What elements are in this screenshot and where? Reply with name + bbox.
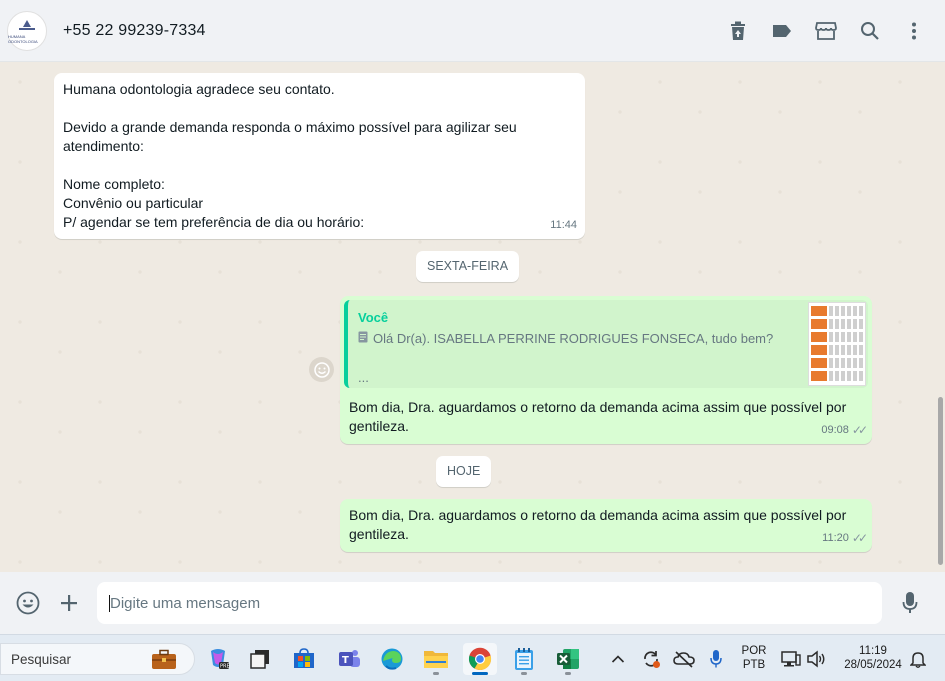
svg-text:PRE: PRE: [220, 664, 230, 670]
notification-bell-icon[interactable]: [906, 643, 930, 675]
windows-taskbar: Pesquisar PRE T POR PTB 11:19 28/05/2024: [0, 634, 945, 681]
document-icon: [358, 329, 368, 348]
scrollbar-thumb[interactable]: [938, 397, 943, 565]
contact-name[interactable]: +55 22 99239-7334: [63, 22, 206, 40]
outgoing-message-with-quote[interactable]: Você Olá Dr(a). ISABELLA PERRINE RODRIGU…: [340, 296, 872, 444]
quoted-message[interactable]: Você Olá Dr(a). ISABELLA PERRINE RODRIGU…: [344, 300, 868, 388]
message-text: Bom dia, Dra. aguardamos o retorno da de…: [349, 507, 847, 542]
microsoft-store-icon[interactable]: [287, 643, 321, 675]
excel-icon[interactable]: [551, 643, 585, 675]
emoji-icon[interactable]: [14, 589, 42, 617]
emoji-reaction-button[interactable]: [309, 357, 334, 382]
label-icon[interactable]: [769, 18, 795, 44]
avatar[interactable]: HUMANA ODONTOLOGIA: [7, 11, 47, 51]
text-caret: [109, 595, 110, 612]
volume-icon[interactable]: [804, 643, 828, 675]
taskbar-search-label: Pesquisar: [11, 652, 72, 667]
logo-icon: [16, 19, 38, 33]
date-chip: HOJE: [436, 456, 492, 487]
chat-area[interactable]: Humana odontologia agradece seu contato.…: [0, 62, 945, 572]
quote-text: Olá Dr(a). ISABELLA PERRINE RODRIGUES FO…: [358, 329, 773, 348]
message-time: 11:44: [550, 219, 577, 231]
teams-icon[interactable]: T: [332, 643, 366, 675]
quote-author: Você: [358, 310, 389, 325]
menu-icon[interactable]: [901, 18, 927, 44]
quote-more: ...: [358, 370, 369, 385]
input-language[interactable]: POR PTB: [737, 644, 771, 672]
microphone-tray-icon[interactable]: [702, 643, 730, 675]
taskbar-search[interactable]: Pesquisar: [0, 643, 195, 675]
sync-icon[interactable]: [636, 643, 666, 675]
search-icon[interactable]: [857, 18, 883, 44]
delete-icon[interactable]: [725, 18, 751, 44]
message-input[interactable]: [97, 582, 882, 624]
clock-date: 28/05/2024: [844, 659, 902, 671]
microphone-icon[interactable]: [896, 589, 924, 617]
chevron-up-icon[interactable]: [603, 643, 633, 675]
attach-plus-icon[interactable]: [55, 589, 83, 617]
outgoing-message[interactable]: Bom dia, Dra. aguardamos o retorno da de…: [340, 499, 872, 552]
clock-time: 11:19: [859, 645, 887, 657]
store-icon[interactable]: [813, 18, 839, 44]
clock[interactable]: 11:19 28/05/2024: [838, 644, 908, 672]
read-ticks-icon: ✓✓: [851, 531, 868, 545]
file-explorer-icon[interactable]: [419, 643, 453, 675]
avatar-label: HUMANA ODONTOLOGIA: [8, 33, 38, 44]
notepad-icon[interactable]: [507, 643, 541, 675]
running-indicator: [433, 672, 439, 675]
message-text: Humana odontologia agradece seu contato.…: [63, 81, 517, 230]
task-view-icon[interactable]: [243, 643, 277, 675]
scrollbar[interactable]: [936, 62, 945, 572]
message-text: Bom dia, Dra. aguardamos o retorno da de…: [349, 399, 847, 434]
read-ticks-icon: ✓✓: [851, 423, 868, 437]
network-icon[interactable]: [779, 643, 803, 675]
copilot-icon[interactable]: PRE: [201, 643, 235, 675]
onedrive-offline-icon[interactable]: [669, 643, 699, 675]
message-composer: [0, 572, 945, 634]
briefcase-icon: [151, 649, 177, 676]
running-indicator: [472, 672, 488, 675]
running-indicator: [521, 672, 527, 675]
quote-thumbnail: [808, 302, 866, 386]
chrome-icon[interactable]: [463, 643, 497, 675]
incoming-message[interactable]: Humana odontologia agradece seu contato.…: [54, 73, 585, 239]
chat-header: HUMANA ODONTOLOGIA +55 22 99239-7334: [0, 0, 945, 62]
edge-icon[interactable]: [375, 643, 409, 675]
svg-text:T: T: [342, 655, 349, 666]
message-time: 09:08 ✓✓: [821, 421, 868, 440]
message-time: 11:20 ✓✓: [822, 529, 868, 548]
date-chip: SEXTA-FEIRA: [416, 251, 520, 282]
running-indicator: [565, 672, 571, 675]
